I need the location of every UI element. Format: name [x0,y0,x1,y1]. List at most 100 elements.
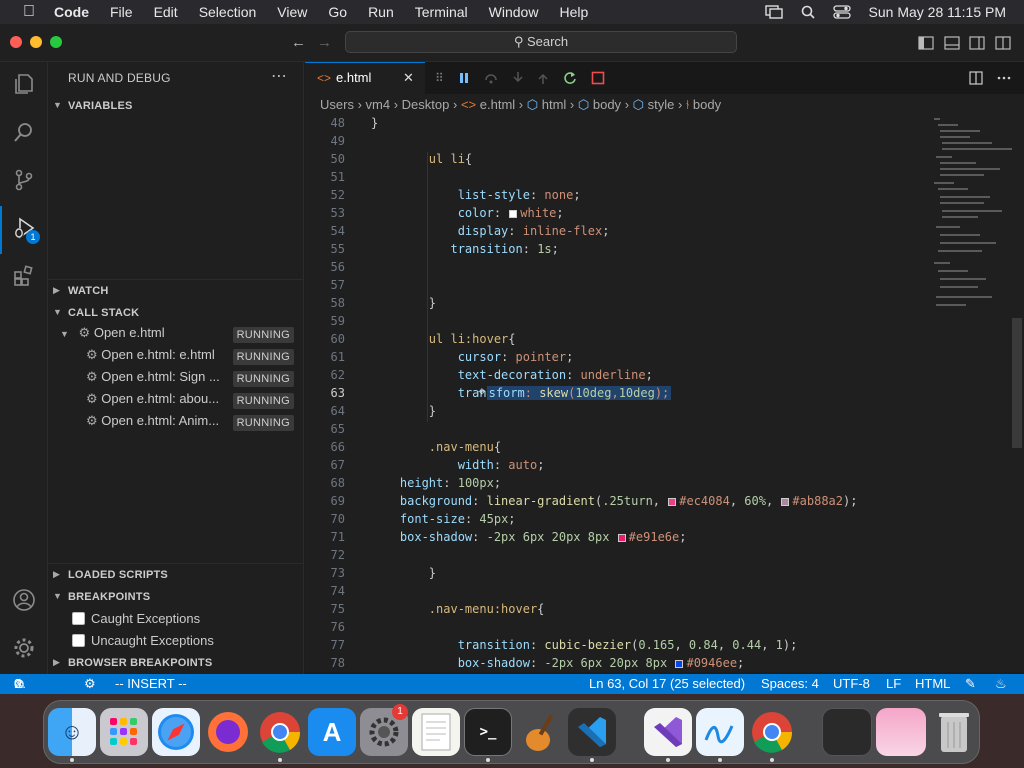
breadcrumb-desktop[interactable]: Desktop [402,97,450,112]
tab-e-html[interactable]: <> e.html ✕ [305,62,425,94]
split-editor-icon[interactable] [969,71,983,85]
source-control-icon[interactable] [10,166,38,194]
safari-icon[interactable] [152,708,200,756]
call-stack-thread[interactable]: ⚙ Open e.html: abou... RUNNING [86,391,304,411]
caught-exceptions-item[interactable]: Caught Exceptions [72,611,200,626]
close-tab-icon[interactable]: ✕ [403,63,414,93]
color-swatch-icon[interactable] [509,209,518,218]
color-swatch-icon[interactable] [781,497,790,506]
minimized-window-icon[interactable] [822,708,872,756]
stop-icon[interactable] [591,71,605,85]
app-store-icon[interactable]: A [308,708,356,756]
watch-section[interactable]: ▶ WATCH [53,285,109,297]
step-out-icon[interactable] [537,71,549,85]
browser-breakpoints-section[interactable]: ▶ BROWSER BREAKPOINTS [53,657,212,669]
extensions-icon[interactable] [10,262,38,290]
chrome-icon[interactable] [256,708,304,756]
trash-icon[interactable] [930,708,978,756]
call-stack-thread[interactable]: ⚙ Open e.html: e.html RUNNING [86,347,304,367]
minimap[interactable] [926,116,1012,316]
clock[interactable]: Sun May 28 11:15 PM [869,4,1006,20]
menu-run[interactable]: Run [368,4,394,20]
call-stack-section[interactable]: ▼ CALL STACK [53,307,139,319]
breakpoints-section[interactable]: ▼ BREAKPOINTS [53,591,150,603]
freeform-icon[interactable] [696,708,744,756]
menu-edit[interactable]: Edit [154,4,178,20]
menu-window[interactable]: Window [489,4,539,20]
app-name[interactable]: Code [54,4,89,20]
code-editor[interactable]: 48 49 50 51 52 53 54 55 56 57 58 59 60 61 62 63 64 65 66 67… [305,116,1024,672]
color-swatch-icon[interactable] [617,533,626,542]
command-center-search[interactable]: ⚲ Search [345,31,737,53]
line-number: 74 [330,584,345,598]
breadcrumb-body[interactable]: body [593,97,621,112]
debug-status-icon[interactable]: ⚙ [84,674,96,694]
indentation[interactable]: Spaces: 4 [761,674,819,694]
cursor-position[interactable]: Ln 63, Col 17 (25 selected) [589,674,745,694]
menu-terminal[interactable]: Terminal [415,4,468,20]
language-mode[interactable]: HTML [915,674,950,694]
garageband-icon[interactable] [516,708,564,756]
call-stack-thread[interactable]: ⚙ Open e.html: Anim... RUNNING [86,413,304,433]
uncaught-exceptions-item[interactable]: Uncaught Exceptions [72,633,214,648]
encoding[interactable]: UTF-8 [833,674,870,694]
color-swatch-icon[interactable] [668,497,677,506]
more-editor-actions-icon[interactable] [997,76,1011,80]
menu-go[interactable]: Go [328,4,347,20]
more-actions-icon[interactable]: ⋯ [271,66,287,86]
launchpad-icon[interactable] [100,708,148,756]
close-window-button[interactable] [10,36,22,48]
apple-icon[interactable]:  [18,3,40,21]
vscode-icon[interactable] [568,708,616,756]
drag-handle-icon[interactable]: ⠿ [435,71,444,85]
loaded-scripts-section[interactable]: ▶ LOADED SCRIPTS [53,569,168,581]
call-stack-session[interactable]: ▼ ⚙ Open e.html RUNNING [60,325,304,345]
terminal-icon[interactable]: >_ [464,708,512,756]
spotlight-search-icon[interactable] [801,5,815,19]
customize-layout-icon[interactable] [995,36,1011,50]
scrollbar-thumb[interactable] [1012,318,1022,448]
toggle-panel-icon[interactable] [944,36,960,50]
step-over-icon[interactable] [484,72,498,84]
restart-icon[interactable] [563,71,577,85]
explorer-icon[interactable] [10,70,38,98]
forward-arrow-icon[interactable]: → [317,34,332,51]
chrome-icon[interactable] [748,708,796,756]
menu-file[interactable]: File [110,4,133,20]
back-arrow-icon[interactable]: ← [291,34,306,51]
search-view-icon[interactable] [10,118,38,146]
finder-icon[interactable]: ☺ [48,708,96,756]
accounts-icon[interactable] [10,586,38,614]
firefox-icon[interactable] [204,708,252,756]
textedit-icon[interactable] [412,708,460,756]
menu-help[interactable]: Help [559,4,588,20]
breadcrumb-file[interactable]: e.html [480,97,515,112]
minimized-window-icon[interactable] [876,708,926,756]
menu-selection[interactable]: Selection [199,4,257,20]
notifications-bell-icon[interactable]: ♨ [995,674,1007,694]
screen-mirror-icon[interactable] [764,5,783,19]
toggle-secondary-sidebar-icon[interactable] [969,36,985,50]
breadcrumb-vm4[interactable]: vm4 [366,97,391,112]
color-swatch-icon[interactable] [675,659,684,668]
manage-gear-icon[interactable] [10,634,38,662]
zoom-window-button[interactable] [50,36,62,48]
call-stack-thread[interactable]: ⚙ Open e.html: Sign ... RUNNING [86,369,304,389]
pause-icon[interactable] [458,72,470,84]
step-into-icon[interactable] [512,71,524,85]
menu-view[interactable]: View [277,4,307,20]
breadcrumb-users[interactable]: Users [320,97,354,112]
control-center-icon[interactable] [832,5,851,19]
end-of-line[interactable]: LF [886,674,901,694]
breadcrumb-style[interactable]: style [648,97,675,112]
code-line-50: ul li{ [428,152,473,166]
toggle-primary-sidebar-icon[interactable] [918,36,934,50]
breadcrumb-body-selector[interactable]: body [693,97,721,112]
minimize-window-button[interactable] [30,36,42,48]
uncaught-exceptions-checkbox[interactable] [72,634,85,647]
feedback-icon[interactable]: ✎ [965,674,976,694]
breadcrumb-html[interactable]: html [542,97,567,112]
variables-section[interactable]: ▼ VARIABLES [53,100,133,112]
caught-exceptions-checkbox[interactable] [72,612,85,625]
visual-studio-icon[interactable] [644,708,692,756]
